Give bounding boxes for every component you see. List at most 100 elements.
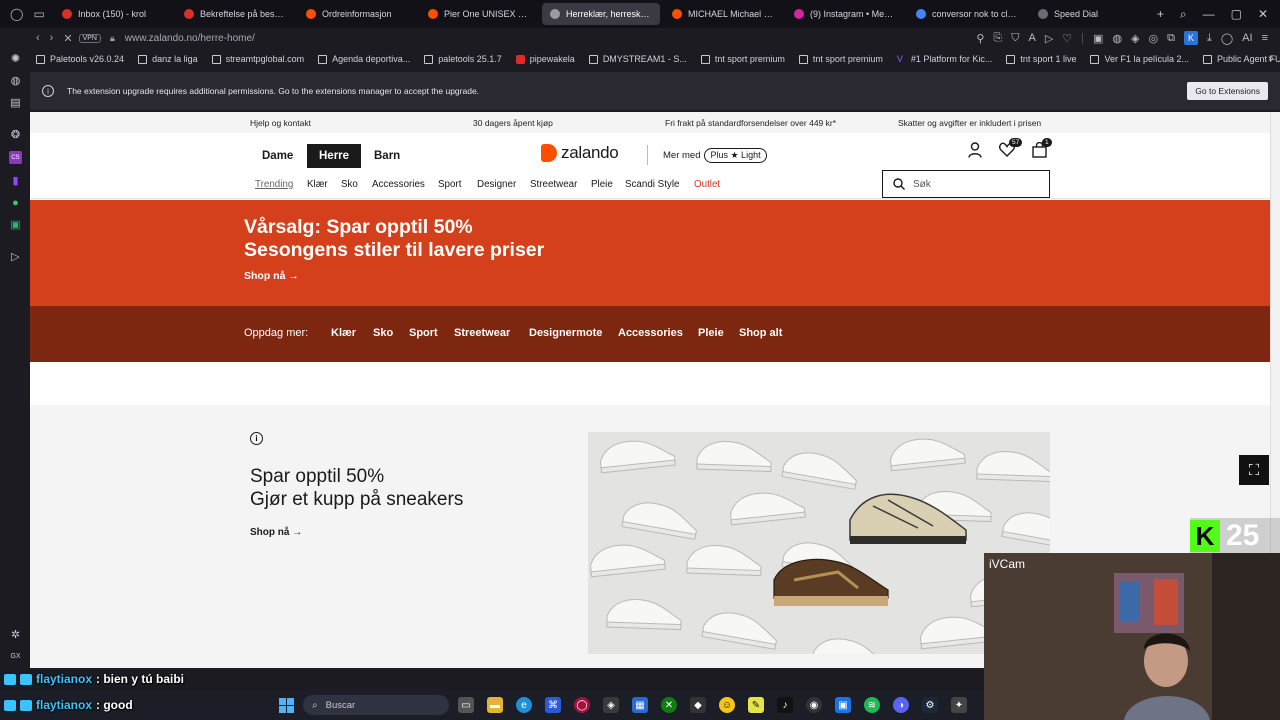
gender-dame[interactable]: Dame bbox=[250, 144, 305, 168]
search-input[interactable]: Søk bbox=[882, 170, 1050, 198]
bookmark-item[interactable]: V #1 Platform for Kic... bbox=[897, 54, 993, 64]
bookmark-item[interactable]: pipewakela bbox=[515, 54, 575, 64]
kick-extension-icon[interactable]: K bbox=[1183, 31, 1198, 45]
play-icon[interactable]: ▷ bbox=[1045, 32, 1053, 45]
vpn-badge[interactable]: VPN bbox=[78, 33, 101, 43]
browser-tab[interactable]: (9) Instagram • Messages bbox=[786, 3, 904, 25]
cat-pleie[interactable]: Pleie bbox=[591, 179, 613, 190]
capture-app-icon[interactable]: ▣ bbox=[835, 697, 851, 713]
gender-barn[interactable]: Barn bbox=[362, 144, 412, 168]
extension-3-icon[interactable]: ◈ bbox=[1131, 32, 1139, 45]
bookmark-item[interactable]: Agenda deportiva... bbox=[318, 54, 410, 64]
gender-herre[interactable]: Herre bbox=[307, 144, 362, 168]
heart-icon[interactable]: ♡ bbox=[1062, 32, 1072, 45]
roblox-icon[interactable]: ◆ bbox=[690, 697, 706, 713]
cat-klaer[interactable]: Klær bbox=[307, 179, 328, 190]
lock-icon[interactable]: 🔒︎ bbox=[110, 33, 115, 44]
translate-icon[interactable]: A bbox=[1028, 32, 1035, 44]
sticky-notes-icon[interactable]: ✎ bbox=[748, 697, 764, 713]
cart-icon[interactable]: 1 bbox=[1032, 138, 1052, 162]
crop-overlay-icon[interactable]: ⛶ bbox=[1239, 455, 1269, 485]
shield-icon[interactable]: ⛉ bbox=[1011, 32, 1019, 45]
cat-sport[interactable]: Sport bbox=[438, 179, 461, 190]
free-shipping-info[interactable]: Fri frakt på standardforsendelser over 4… bbox=[665, 118, 836, 128]
download-icon[interactable]: ⤓ bbox=[1207, 32, 1212, 45]
help-link[interactable]: Hjelp og kontakt bbox=[250, 118, 311, 128]
browser-tab[interactable]: Inbox (150) - krol bbox=[54, 3, 172, 25]
bookmark-item[interactable]: tnt sport 1 live bbox=[1006, 54, 1076, 64]
plus-membership[interactable]: Mer med Plus ★ Light bbox=[647, 145, 767, 165]
discord-icon[interactable]: ◑ bbox=[893, 697, 909, 713]
cat-scandi-style[interactable]: Scandi Style bbox=[625, 179, 679, 190]
browser-tab[interactable]: Ordreinformasjon bbox=[298, 3, 416, 25]
search-tabs-icon[interactable]: ⌕ bbox=[1180, 7, 1187, 22]
bookmark-item[interactable]: Ver F1 la película 2... bbox=[1090, 54, 1189, 64]
opera-menu-icon[interactable]: ◯ bbox=[10, 7, 23, 21]
snapshot-icon[interactable]: ⎘ bbox=[993, 32, 1002, 45]
promo-shop-now-link[interactable]: Shop nå → bbox=[250, 527, 302, 538]
discover-link-klaer[interactable]: Klær bbox=[331, 327, 356, 339]
menu-icon[interactable]: ≡ bbox=[1262, 32, 1268, 44]
back-icon[interactable]: ‹ bbox=[36, 32, 40, 44]
wishlist-icon[interactable]: 57 bbox=[999, 138, 1023, 161]
open-purchase-info[interactable]: 30 dagers åpent kjøp bbox=[473, 118, 553, 128]
new-tab-icon[interactable]: + bbox=[1157, 7, 1164, 22]
account-icon[interactable] bbox=[968, 142, 982, 162]
player-icon[interactable]: ▷ bbox=[9, 250, 22, 263]
discover-link-accessories[interactable]: Accessories bbox=[618, 327, 683, 339]
extension-1-icon[interactable]: ▣ bbox=[1093, 32, 1103, 45]
vscode-icon[interactable]: ⌘ bbox=[545, 697, 561, 713]
xbox-icon[interactable]: ✕ bbox=[661, 697, 677, 713]
extensions-icon[interactable]: ⧉ bbox=[1167, 32, 1175, 45]
browser-tab[interactable]: MICHAEL Michael Kors J bbox=[664, 3, 782, 25]
browser-tab[interactable]: Bekreftelse på bestilling bbox=[176, 3, 294, 25]
store-icon[interactable]: ▦ bbox=[632, 697, 648, 713]
maximize-icon[interactable]: ▢ bbox=[1231, 7, 1242, 22]
extension-2-icon[interactable]: ◍ bbox=[1112, 32, 1122, 45]
spring-sale-banner[interactable]: Vårsalg: Spar opptil 50% Sesongens stile… bbox=[30, 200, 1270, 306]
browser-tab[interactable]: Herreklær, herresko & acc bbox=[542, 3, 660, 25]
cat-accessories[interactable]: Accessories bbox=[372, 179, 425, 190]
app-extra-icon[interactable]: ✦ bbox=[951, 697, 967, 713]
pin-icon[interactable]: ⚲ bbox=[976, 32, 984, 45]
discover-link-pleie[interactable]: Pleie bbox=[698, 327, 724, 339]
bookmark-item[interactable]: streamtpglobal.com bbox=[211, 54, 304, 64]
openai-icon[interactable]: ❂ bbox=[9, 128, 22, 141]
bookmark-item[interactable]: DMYSTREAM1 - S... bbox=[588, 54, 687, 64]
account-icon[interactable]: ◯ bbox=[1221, 32, 1233, 45]
sneaker-image[interactable] bbox=[588, 432, 1050, 654]
close-window-icon[interactable]: ✕ bbox=[1258, 7, 1268, 22]
whatsapp-icon[interactable]: ● bbox=[9, 196, 22, 209]
bookmark-item[interactable]: Paletools v26.0.24 bbox=[36, 54, 124, 64]
url-field[interactable]: www.zalando.no/herre-home/ bbox=[125, 33, 255, 44]
settings-icon[interactable]: ✲ bbox=[9, 628, 22, 641]
extension-4-icon[interactable]: ◎ bbox=[1149, 32, 1159, 45]
unity-icon[interactable]: ◈ bbox=[603, 697, 619, 713]
taxes-info[interactable]: Skatter og avgifter er inkludert i prise… bbox=[898, 118, 1041, 128]
opera-gx-icon[interactable]: ◯ bbox=[574, 697, 590, 713]
cat-sko[interactable]: Sko bbox=[341, 179, 358, 190]
bookmark-item[interactable]: tnt sport premium bbox=[798, 54, 883, 64]
ai-button[interactable]: AI bbox=[1242, 32, 1252, 44]
go-to-extensions-button[interactable]: Go to Extensions bbox=[1187, 82, 1268, 100]
messenger-icon[interactable]: ▣ bbox=[9, 218, 22, 231]
bookmark-item[interactable]: danz la liga bbox=[138, 54, 198, 64]
info-icon[interactable]: i bbox=[250, 432, 263, 445]
cat-outlet[interactable]: Outlet bbox=[694, 179, 720, 190]
spotify-icon[interactable]: ≋ bbox=[864, 697, 880, 713]
discover-link-sport[interactable]: Sport bbox=[409, 327, 438, 339]
discover-link-sko[interactable]: Sko bbox=[373, 327, 393, 339]
obs-icon[interactable]: ◉ bbox=[806, 697, 822, 713]
zalando-logo[interactable]: zalando bbox=[541, 143, 619, 163]
emoji-app-icon[interactable]: ☺ bbox=[719, 697, 735, 713]
discover-link-streetwear[interactable]: Streetwear bbox=[454, 327, 510, 339]
browser-tab[interactable]: conversor nok to clp - B bbox=[908, 3, 1026, 25]
discover-link-designermote[interactable]: Designermote bbox=[529, 327, 602, 339]
cat-streetwear[interactable]: Streetwear bbox=[530, 179, 577, 190]
steam-icon[interactable]: ⚙ bbox=[922, 697, 938, 713]
bookmarks-overflow-icon[interactable]: » bbox=[1268, 53, 1274, 64]
minimize-icon[interactable]: — bbox=[1203, 7, 1215, 22]
cat-trending[interactable]: Trending bbox=[255, 179, 293, 190]
twitch-icon[interactable]: ▮ bbox=[9, 174, 22, 187]
stop-reload-icon[interactable]: ✕ bbox=[63, 32, 72, 45]
